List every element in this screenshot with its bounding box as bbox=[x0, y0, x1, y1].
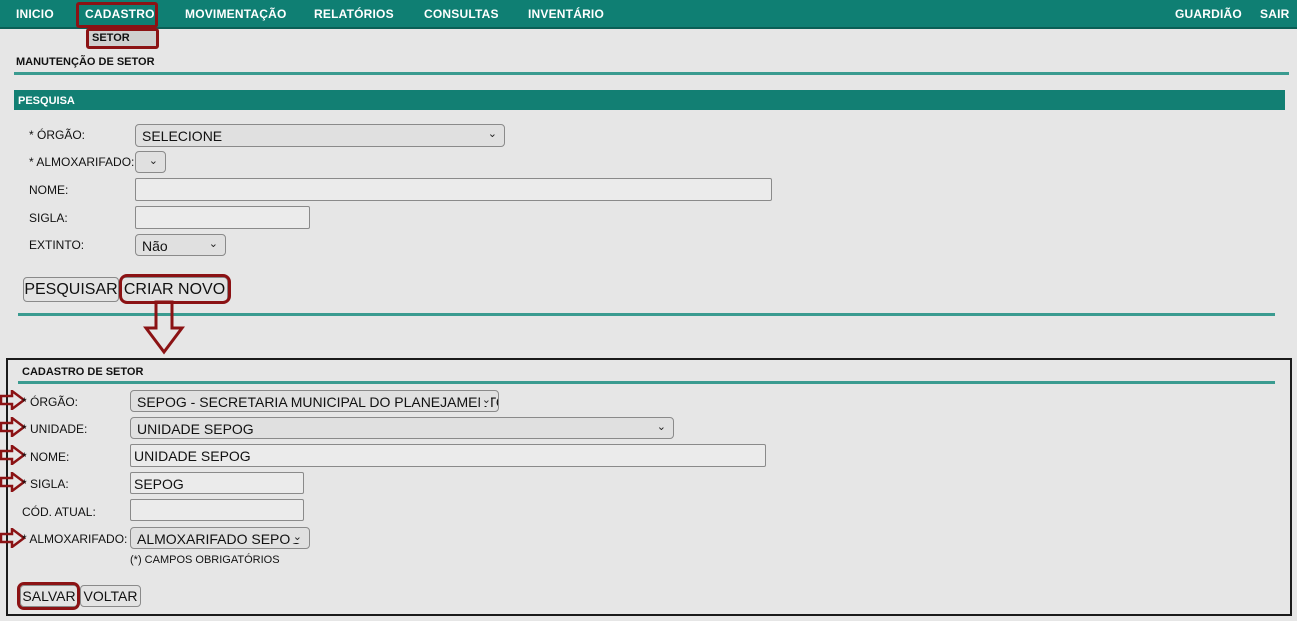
nav-movimentacao[interactable]: MOVIMENTAÇÃO bbox=[185, 7, 287, 21]
almoxarifado-label: * ALMOXARIFADO: bbox=[29, 155, 135, 169]
chevron-down-icon: ⌄ bbox=[479, 393, 491, 406]
cad-cod-label: CÓD. ATUAL: bbox=[22, 505, 96, 519]
chevron-down-icon: ⌄ bbox=[487, 128, 497, 140]
extinto-select-value: Não bbox=[142, 238, 168, 254]
required-note: (*) CAMPOS OBRIGATÓRIOS bbox=[130, 554, 280, 566]
orgao-select-value: SELECIONE bbox=[142, 128, 223, 144]
nav-guardiao[interactable]: GUARDIÃO bbox=[1175, 7, 1242, 21]
chevron-down-icon: ⌄ bbox=[656, 421, 666, 433]
orgao-label: * ÓRGÃO: bbox=[29, 128, 86, 142]
salvar-highlight bbox=[17, 582, 80, 610]
extinto-label: EXTINTO: bbox=[29, 238, 85, 252]
chevron-down-icon: ⌄ bbox=[290, 530, 302, 543]
nav-sair[interactable]: SAIR bbox=[1260, 7, 1289, 21]
cad-unidade-select[interactable]: UNIDADE SEPOG ⌄ bbox=[130, 417, 674, 439]
cad-nome-input[interactable]: UNIDADE SEPOG bbox=[130, 444, 766, 467]
cadastro-title: CADASTRO DE SETOR bbox=[22, 366, 144, 378]
nome-label: NOME: bbox=[29, 183, 69, 197]
page-title: MANUTENÇÃO DE SETOR bbox=[16, 56, 155, 68]
cad-unidade-label: * UNIDADE: bbox=[22, 422, 88, 436]
cad-sigla-input[interactable]: SEPOG bbox=[130, 472, 304, 494]
cad-almoxarifado-select-value: ALMOXARIFADO SEPOG bbox=[137, 531, 302, 547]
cad-nome-input-value: UNIDADE SEPOG bbox=[134, 448, 251, 464]
chevron-down-icon: ⌄ bbox=[148, 155, 158, 167]
pesquisa-header: PESQUISA bbox=[14, 90, 1285, 110]
cad-sigla-input-value: SEPOG bbox=[134, 476, 184, 492]
nav-inicio[interactable]: INICIO bbox=[16, 7, 54, 21]
pesquisa-divider bbox=[18, 313, 1275, 316]
cad-orgao-select[interactable]: SEPOG - SECRETARIA MUNICIPAL DO PLANEJAM… bbox=[130, 390, 499, 412]
pesquisar-button[interactable]: PESQUISAR bbox=[23, 277, 119, 302]
cad-nome-label: * NOME: bbox=[22, 450, 70, 464]
cad-unidade-select-value: UNIDADE SEPOG bbox=[137, 421, 254, 437]
cad-almoxarifado-select[interactable]: ALMOXARIFADO SEPOG ⌄ bbox=[130, 527, 310, 549]
cadastro-divider bbox=[18, 381, 1275, 384]
cad-almoxarifado-label: * ALMOXARIFADO: bbox=[22, 532, 128, 546]
cad-orgao-label: * ÓRGÃO: bbox=[22, 395, 79, 409]
cad-orgao-select-value: SEPOG - SECRETARIA MUNICIPAL DO PLANEJAM… bbox=[137, 394, 499, 410]
sigla-input[interactable] bbox=[135, 206, 310, 229]
cad-sigla-label: * SIGLA: bbox=[22, 477, 69, 491]
setor-highlight bbox=[86, 28, 159, 49]
nav-relatorios[interactable]: RELATÓRIOS bbox=[314, 7, 394, 21]
nav-consultas[interactable]: CONSULTAS bbox=[424, 7, 499, 21]
nav-inventario[interactable]: INVENTÁRIO bbox=[528, 7, 604, 21]
voltar-button[interactable]: VOLTAR bbox=[80, 585, 141, 607]
pesquisa-header-label: PESQUISA bbox=[18, 95, 75, 107]
extinto-select[interactable]: Não ⌄ bbox=[135, 234, 226, 256]
almoxarifado-select[interactable]: ⌄ bbox=[135, 151, 166, 173]
nome-input[interactable] bbox=[135, 178, 772, 201]
orgao-select[interactable]: SELECIONE ⌄ bbox=[135, 124, 505, 147]
chevron-down-icon: ⌄ bbox=[208, 238, 218, 250]
top-nav: INICIO CADASTRO MOVIMENTAÇÃO RELATÓRIOS … bbox=[0, 0, 1297, 29]
cadastro-highlight bbox=[76, 2, 158, 28]
title-divider bbox=[14, 72, 1289, 75]
cad-cod-input[interactable] bbox=[130, 499, 304, 521]
sigla-label: SIGLA: bbox=[29, 211, 68, 225]
arrow-down-icon bbox=[143, 300, 185, 355]
